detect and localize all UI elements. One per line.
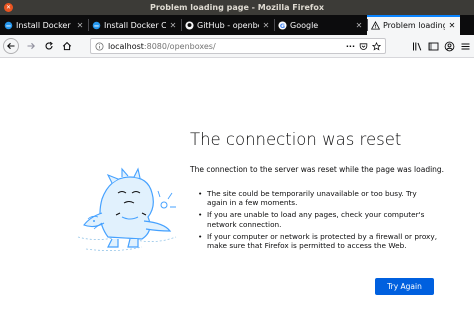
- window-titlebar: ✕ Problem loading page - Mozilla Firefox: [0, 0, 474, 15]
- reload-button[interactable]: [41, 38, 57, 54]
- close-icon[interactable]: ✕: [262, 21, 270, 30]
- dinosaur-illustration: [77, 167, 177, 251]
- error-title: The connection was reset: [190, 130, 402, 149]
- tab-label: Problem loading: [383, 20, 445, 30]
- forward-arrow-icon: [27, 42, 35, 50]
- tab-google[interactable]: G Google ✕: [274, 15, 367, 35]
- url-actions: ···: [346, 41, 381, 51]
- tab-problem-loading[interactable]: Problem loading ✕: [367, 15, 460, 35]
- library-icon[interactable]: [412, 41, 423, 52]
- home-button[interactable]: [59, 38, 75, 54]
- close-icon[interactable]: ✕: [169, 21, 177, 30]
- url-text[interactable]: localhost:8080/openboxes/: [108, 42, 342, 51]
- window-title: Problem loading page - Mozilla Firefox: [149, 3, 325, 12]
- page-actions-icon[interactable]: ···: [346, 42, 355, 51]
- forward-button[interactable]: [23, 38, 39, 54]
- error-suggestions: The site could be temporarily unavailabl…: [198, 189, 438, 253]
- warning-icon: [371, 20, 380, 30]
- url-path: :8080/openboxes/: [143, 41, 216, 51]
- tab-label: Install Docker En: [16, 20, 73, 30]
- error-description: The connection to the server was reset w…: [190, 165, 445, 174]
- back-button[interactable]: [3, 38, 19, 54]
- github-icon: [185, 20, 194, 30]
- hamburger-menu-icon[interactable]: [460, 41, 471, 52]
- tab-install-docker-compose[interactable]: Install Docker Co ✕: [88, 15, 181, 35]
- tab-label: GitHub - openbo: [197, 20, 259, 30]
- home-icon: [62, 41, 72, 51]
- docker-docs-icon: [92, 21, 101, 29]
- back-arrow-icon: [7, 42, 15, 50]
- docker-docs-icon: [4, 21, 13, 29]
- reload-icon: [45, 41, 53, 50]
- toolbar-right: [412, 38, 471, 54]
- tab-label: Google: [290, 20, 319, 30]
- close-icon[interactable]: ✕: [76, 21, 84, 30]
- tab-label: Install Docker Co: [104, 20, 166, 30]
- close-icon[interactable]: ✕: [448, 21, 456, 30]
- url-bar[interactable]: localhost:8080/openboxes/ ···: [90, 38, 386, 54]
- suggestion-item: If your computer or network is protected…: [198, 232, 438, 250]
- tab-strip: Install Docker En ✕ Install Docker Co ✕ …: [0, 15, 474, 35]
- page-content: The connection was reset The connection …: [0, 59, 474, 310]
- url-host: localhost: [108, 41, 144, 51]
- account-icon[interactable]: [444, 41, 455, 52]
- try-again-button[interactable]: Try Again: [375, 278, 434, 295]
- bookmark-star-icon[interactable]: [372, 41, 381, 51]
- google-icon: G: [278, 20, 287, 29]
- tab-github[interactable]: GitHub - openbo ✕: [181, 15, 274, 35]
- info-icon[interactable]: [95, 41, 104, 51]
- window-close-button[interactable]: ✕: [4, 3, 13, 12]
- svg-text:G: G: [280, 22, 285, 29]
- sidebar-icon[interactable]: [428, 41, 439, 52]
- suggestion-item: The site could be temporarily unavailabl…: [198, 189, 438, 207]
- pocket-icon[interactable]: [359, 42, 368, 51]
- suggestion-item: If you are unable to load any pages, che…: [198, 210, 438, 228]
- navigation-toolbar: localhost:8080/openboxes/ ···: [0, 35, 474, 58]
- close-icon[interactable]: ✕: [355, 21, 363, 30]
- tab-install-docker-engine[interactable]: Install Docker En ✕: [0, 15, 88, 35]
